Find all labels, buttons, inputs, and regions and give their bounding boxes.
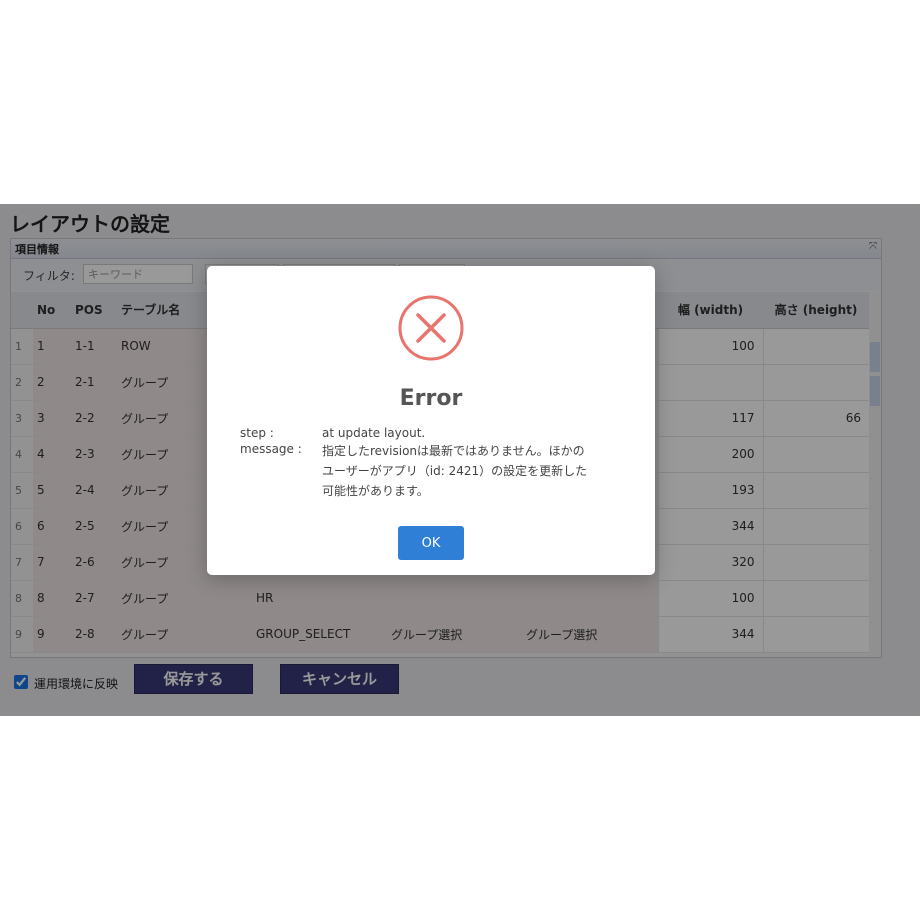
error-x-icon — [398, 295, 464, 361]
message-line-1: 指定したrevisionは最新ではありません。ほかの — [322, 444, 585, 458]
message-line-2: ユーザーがアプリ（id: 2421）の設定を更新した — [322, 464, 588, 478]
step-key: step : — [240, 426, 274, 440]
message-key: message : — [240, 442, 302, 456]
step-value: at update layout. — [322, 426, 426, 440]
message-line-3: 可能性があります。 — [322, 484, 429, 498]
error-dialog: Error step : at update layout. message :… — [207, 266, 655, 575]
message-value: 指定したrevisionは最新ではありません。ほかの ユーザーがアプリ（id: … — [322, 441, 622, 501]
ok-button[interactable]: OK — [398, 526, 464, 560]
dialog-title: Error — [399, 386, 463, 411]
